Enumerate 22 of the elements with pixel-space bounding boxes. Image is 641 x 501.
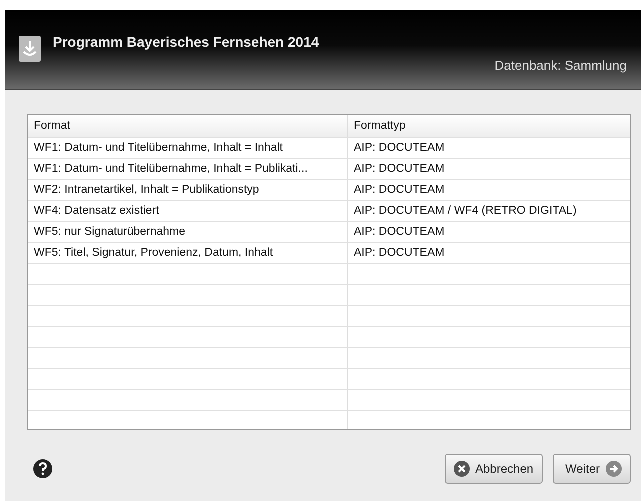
table-cell-text: AIP: DOCUTEAM [353, 183, 446, 198]
table-cell: WF4: Datensatz existiert [28, 201, 348, 221]
next-button[interactable]: Weiter [552, 454, 631, 484]
help-icon[interactable] [33, 459, 53, 479]
close-icon [454, 461, 470, 477]
database-label: Datenbank: Sammlung [494, 58, 627, 73]
cancel-button[interactable]: Abbrechen [444, 454, 543, 484]
table-cell: WF1: Datum- und Titelübernahme, Inhalt = Inhalt [28, 138, 348, 158]
window-title: Programm Bayerisches Fernsehen 2014 [53, 34, 320, 50]
column-header[interactable]: Formattyp [348, 115, 630, 137]
download-icon [19, 36, 41, 62]
table-cell: WF2: Intranetartikel, Inhalt = Publikationstyp [28, 180, 348, 200]
table-cell: WF5: Titel, Signatur, Provenienz, Datum, Inhalt [28, 243, 348, 263]
table-cell-text: AIP: DOCUTEAM [353, 162, 446, 177]
table-cell-text: AIP: DOCUTEAM / WF4 (RETRO DIGITAL) [353, 204, 578, 219]
table-cell: WF5: nur Signaturübernahme [28, 222, 348, 242]
arrow-right-icon [606, 461, 622, 477]
table-cell-text: AIP: DOCUTEAM [353, 141, 446, 156]
table-cell-text: AIP: DOCUTEAM [353, 246, 446, 261]
column-header[interactable]: Format [28, 115, 348, 137]
table-cell-text: AIP: DOCUTEAM [353, 225, 446, 240]
table-cell: WF1: Datum- und Titelübernahme, Inhalt = Publikati... [28, 159, 348, 179]
